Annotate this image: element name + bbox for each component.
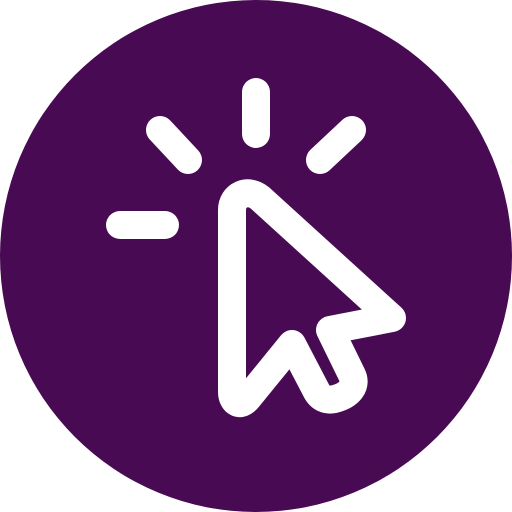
click-cursor-icon	[0, 0, 512, 512]
background-circle	[0, 0, 512, 512]
icon-canvas	[0, 0, 512, 512]
